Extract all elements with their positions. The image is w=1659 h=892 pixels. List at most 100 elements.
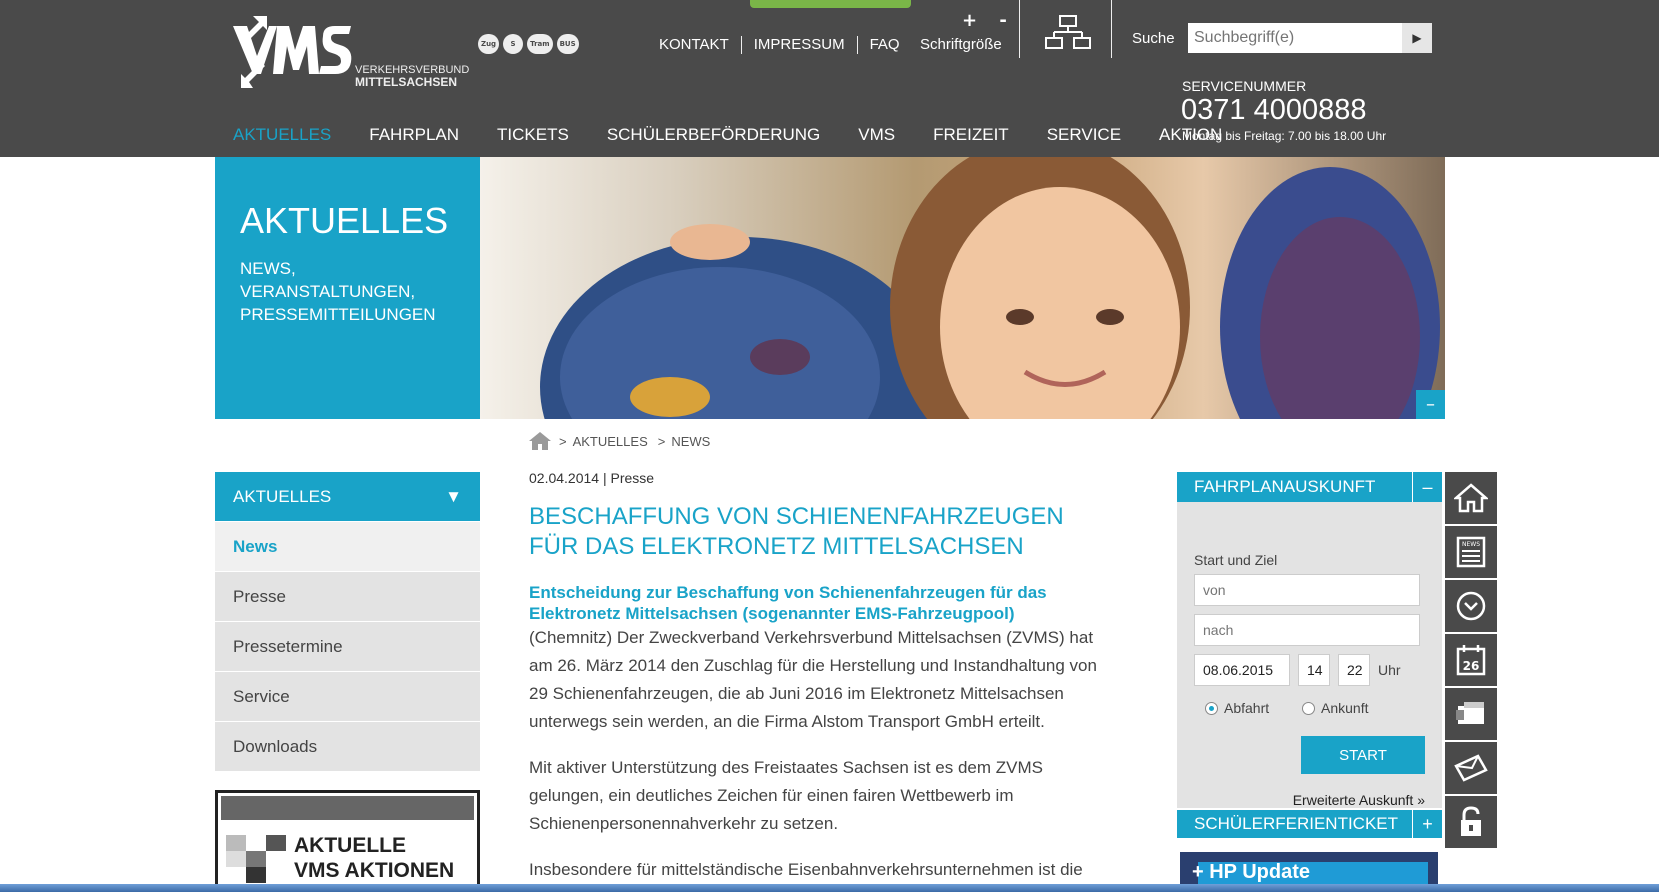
promo-line2: VMS AKTIONEN (294, 859, 455, 882)
nav-vms[interactable]: VMS (858, 125, 895, 145)
widget2-expand-button[interactable]: + (1412, 810, 1442, 838)
home-icon[interactable] (529, 432, 551, 450)
date-input[interactable]: 08.06.2015 (1194, 654, 1290, 686)
sidebar-head[interactable]: AKTUELLES ▼ (215, 472, 480, 521)
home-icon (1454, 483, 1488, 513)
header-accent-tab[interactable] (750, 0, 911, 8)
sidebar-head-label: AKTUELLES (233, 486, 332, 506)
hour-input[interactable]: 14 (1298, 654, 1330, 686)
sidebar-item-downloads[interactable]: Downloads (215, 721, 480, 771)
sidebar-item-presse[interactable]: Presse (215, 571, 480, 621)
nav-tickets[interactable]: TICKETS (497, 125, 569, 145)
mail-icon (1454, 754, 1488, 782)
news-icon-button[interactable]: NEWS (1445, 526, 1497, 578)
news-icon-label: NEWS (1462, 541, 1480, 548)
sidebar-item-pressetermine[interactable]: Pressetermine (215, 621, 480, 671)
widget2-title: SCHÜLERFERIENTICKET (1194, 814, 1399, 833)
time-unit-label: Uhr (1378, 662, 1401, 678)
nav-schuelerbefoerderung[interactable]: SCHÜLERBEFÖRDERUNG (607, 125, 820, 145)
site-header: VERKEHRSVERBUND MITTELSACHSEN Zug S Tram… (0, 0, 1659, 157)
search-input[interactable] (1188, 23, 1406, 53)
quick-icon-strip: NEWS 26 (1445, 472, 1497, 850)
sbahn-icon: S (503, 34, 524, 54)
nav-freizeit[interactable]: FREIZEIT (933, 125, 1009, 145)
divider (1111, 0, 1112, 58)
article: 02.04.2014 | Presse BESCHAFFUNG VON SCHI… (529, 470, 1119, 892)
logo-text-bottom: MITTELSACHSEN (355, 75, 457, 89)
transport-icons: Zug S Tram BUS (478, 34, 579, 54)
promo-text: AKTUELLE VMS AKTIONEN (294, 833, 454, 883)
search-submit-button[interactable]: ▶ (1402, 23, 1432, 53)
minute-input[interactable]: 22 (1338, 654, 1370, 686)
promo-banner[interactable]: AKTUELLE VMS AKTIONEN (215, 790, 480, 892)
hero-collapse-button[interactable]: – (1416, 390, 1445, 419)
play-arrow-icon: ▶ (1412, 31, 1422, 45)
fahrplan-widget: FAHRPLANAUSKUNFT – Start und Ziel 08.06.… (1177, 472, 1442, 808)
train-icon: Zug (478, 34, 500, 54)
start-button[interactable]: START (1301, 736, 1425, 774)
divider (1019, 0, 1020, 58)
breadcrumb: > AKTUELLES > NEWS (529, 432, 716, 450)
article-title: BESCHAFFUNG VON SCHIENENFAHRZEUGEN FÜR D… (529, 503, 1064, 560)
scroll-down-icon-button[interactable] (1445, 580, 1497, 632)
schuelerferienticket-widget[interactable]: SCHÜLERFERIENTICKET + (1177, 810, 1442, 838)
widget-head: FAHRPLANAUSKUNFT – (1177, 472, 1442, 502)
main-navigation: AKTUELLES FAHRPLAN TICKETS SCHÜLERBEFÖRD… (233, 125, 1260, 145)
link-impressum[interactable]: IMPRESSUM (742, 36, 858, 54)
widget-collapse-button[interactable]: – (1412, 472, 1442, 502)
hero-image (480, 157, 1445, 419)
hero-box: AKTUELLES NEWS, VERANSTALTUNGEN, PRESSEM… (215, 157, 480, 419)
link-faq[interactable]: FAQ (858, 36, 912, 54)
widget-title: FAHRPLANAUSKUNFT (1194, 477, 1376, 496)
breadcrumb-separator: > (559, 433, 567, 449)
breadcrumb-aktuelles[interactable]: AKTUELLES (573, 434, 648, 449)
to-input[interactable] (1194, 614, 1420, 646)
widget-body: Start und Ziel 08.06.2015 14 22 Uhr Abfa… (1177, 502, 1442, 808)
fontsize-label: Schriftgröße (920, 36, 1002, 53)
radio-dot-icon (1205, 701, 1218, 715)
nav-service[interactable]: SERVICE (1047, 125, 1121, 145)
start-ziel-label: Start und Ziel (1194, 552, 1278, 568)
radio-abfahrt[interactable]: Abfahrt (1205, 700, 1269, 716)
nav-aktion[interactable]: AKTION (1159, 125, 1222, 145)
news-icon: NEWS (1456, 536, 1486, 568)
link-kontakt[interactable]: KONTAKT (647, 36, 742, 54)
radio-ankunft[interactable]: Ankunft (1302, 700, 1368, 716)
article-paragraph: Mit aktiver Unterstützung des Freistaate… (529, 758, 1043, 833)
sidebar-nav: AKTUELLES ▼ News Presse Pressetermine Se… (215, 472, 480, 771)
mail-icon-button[interactable] (1445, 742, 1497, 794)
advanced-search-link[interactable]: Erweiterte Auskunft » (1293, 792, 1425, 808)
tram-icon: Tram (527, 34, 553, 54)
ticket-icon (1456, 702, 1484, 724)
service-number[interactable]: 0371 4000888 (1181, 94, 1366, 127)
ticket-icon-button[interactable] (1445, 688, 1497, 740)
calendar-icon-button[interactable]: 26 (1445, 634, 1497, 686)
home-icon-button[interactable] (1445, 472, 1497, 524)
checker-icon (226, 835, 286, 883)
hero-photo (540, 157, 1440, 419)
radio-dot-icon (1302, 701, 1315, 715)
nav-fahrplan[interactable]: FAHRPLAN (369, 125, 459, 145)
fontsize-controls[interactable]: + - (962, 10, 1015, 31)
breadcrumb-news[interactable]: NEWS (671, 434, 710, 449)
triangle-down-icon: ▼ (445, 486, 462, 506)
radio-abfahrt-label: Abfahrt (1224, 700, 1270, 716)
chevron-down-circle-icon (1456, 591, 1486, 621)
sitemap-icon[interactable] (1044, 14, 1092, 52)
nav-aktuelles[interactable]: AKTUELLES (233, 125, 331, 145)
sidebar-item-service[interactable]: Service (215, 671, 480, 721)
article-paragraph: Insbesondere für mittelständische Eisenb… (529, 860, 1083, 879)
from-input[interactable] (1194, 574, 1420, 606)
article-paragraph: (Chemnitz) Der Zweckverband Verkehrsverb… (529, 628, 1097, 731)
calendar-day: 26 (1463, 659, 1480, 673)
promo-bar (221, 796, 474, 820)
promo-line1: AKTUELLE (294, 834, 406, 857)
bus-icon: BUS (556, 34, 579, 54)
service-label: SERVICENUMMER (1182, 78, 1307, 94)
article-lead: Entscheidung zur Beschaffung von Schiene… (529, 583, 1047, 623)
top-links: KONTAKT IMPRESSUM FAQ (647, 36, 912, 54)
lock-icon-button[interactable] (1445, 796, 1497, 848)
sidebar-item-news[interactable]: News (215, 521, 480, 571)
hero-subtitle: NEWS, VERANSTALTUNGEN, PRESSEMITTEILUNGE… (240, 259, 436, 324)
banner-text: + HP Update (1192, 860, 1310, 883)
